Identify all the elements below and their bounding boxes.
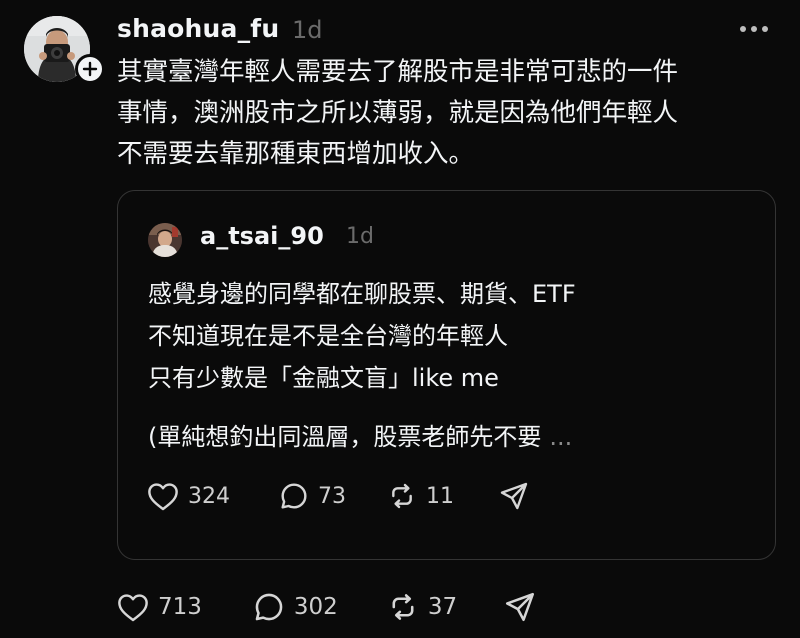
post-text: 其實臺灣年輕人需要去了解股市是非常可悲的一件 事情，澳洲股市之所以薄弱，就是因為… xyxy=(117,57,679,169)
repost-icon xyxy=(386,590,420,624)
author-username[interactable]: shaohua_fu xyxy=(117,14,279,43)
repost-count: 37 xyxy=(427,594,458,620)
quoted-author-avatar[interactable] xyxy=(148,223,182,257)
more-icon[interactable] xyxy=(740,24,768,34)
share-button[interactable] xyxy=(503,590,537,624)
reply-count: 302 xyxy=(293,594,338,620)
reply-icon xyxy=(278,480,310,512)
like-count: 713 xyxy=(158,594,202,620)
share-icon xyxy=(503,590,537,624)
quoted-post-timestamp: 1d xyxy=(346,224,374,249)
author-avatar-wrap[interactable] xyxy=(24,16,105,86)
repost-icon xyxy=(386,480,418,512)
quoted-like-count: 324 xyxy=(188,483,230,509)
follow-plus-icon[interactable] xyxy=(75,54,105,84)
heart-icon xyxy=(146,481,180,511)
quoted-author-username[interactable]: a_tsai_90 xyxy=(200,222,324,250)
reply-icon xyxy=(252,590,286,624)
quoted-post-truncated-text: (單純想釣出同溫層，股票老師先不要 xyxy=(148,423,542,451)
quoted-reply-count: 73 xyxy=(318,483,346,509)
share-icon xyxy=(498,480,530,512)
like-button[interactable]: 713 xyxy=(116,592,202,622)
quoted-repost-button[interactable]: 11 xyxy=(386,480,454,512)
quoted-repost-count: 11 xyxy=(426,483,454,509)
reply-button[interactable]: 302 xyxy=(252,590,338,624)
quoted-post-actions: 324 73 11 xyxy=(146,480,530,512)
quoted-post-truncated-line: (單純想釣出同溫層，股票老師先不要... xyxy=(148,417,572,452)
quoted-reply-button[interactable]: 73 xyxy=(278,480,346,512)
quoted-post-ellipsis: ... xyxy=(549,423,573,451)
thread-post: shaohua_fu 1d 其實臺灣年輕人需要去了解股市是非常可悲的一件 事情，… xyxy=(0,0,800,638)
post-actions: 713 302 37 xyxy=(116,590,537,624)
quoted-like-button[interactable]: 324 xyxy=(146,481,230,511)
post-timestamp: 1d xyxy=(292,16,323,44)
quoted-share-button[interactable] xyxy=(498,480,530,512)
quoted-post-text: 感覺身邊的同學都在聊股票、期貨、ETF 不知道現在是不是全台灣的年輕人 只有少數… xyxy=(148,280,576,392)
repost-button[interactable]: 37 xyxy=(386,590,457,624)
heart-icon xyxy=(116,592,150,622)
